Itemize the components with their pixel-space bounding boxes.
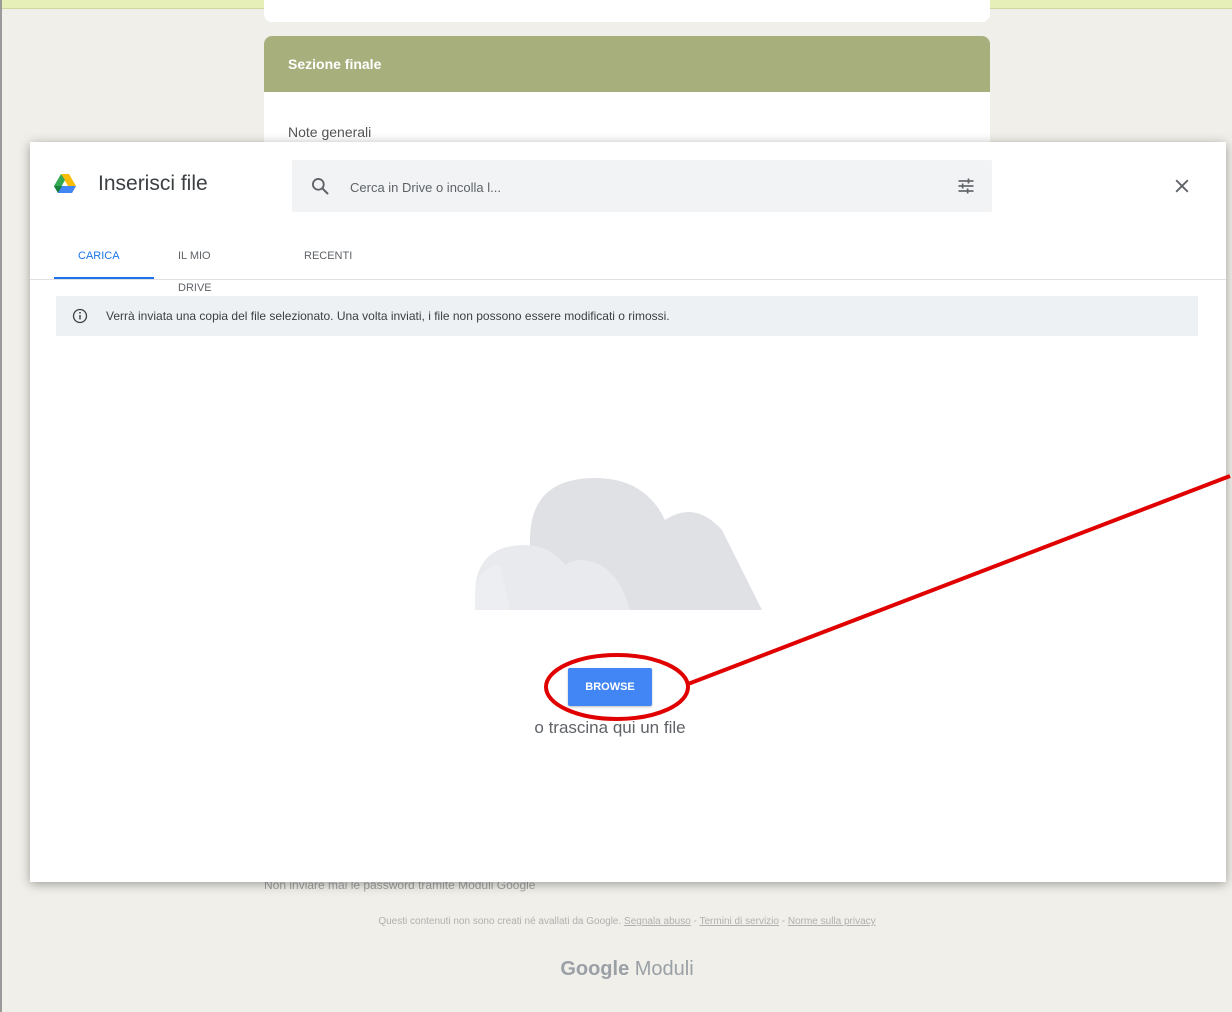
tab-upload[interactable]: CARICA (78, 240, 120, 280)
dialog-title: Inserisci file (98, 172, 208, 195)
drop-hint: o trascina qui un file (534, 718, 686, 737)
disclaimer-text: Questi contenuti non sono creati né aval… (378, 916, 622, 927)
info-icon (72, 308, 88, 324)
upload-cloud-icon (475, 478, 762, 610)
search-icon[interactable] (310, 176, 330, 196)
previous-form-card (264, 0, 990, 22)
google-forms-logo: Google Moduli (264, 958, 990, 981)
drive-search-bar (292, 160, 992, 212)
insert-file-dialog: Inserisci file CARICA IL MIO DRIVE RECEN… (30, 142, 1226, 882)
section-title: Sezione finale (264, 36, 990, 92)
report-abuse-link[interactable]: Segnala abuso (624, 916, 691, 927)
info-banner: Verrà inviata una copia del file selezio… (56, 296, 1198, 336)
google-drive-icon (54, 174, 76, 193)
info-message: Verrà inviata una copia del file selezio… (106, 309, 670, 323)
tab-my-drive[interactable]: IL MIO DRIVE (178, 240, 212, 294)
search-input[interactable] (348, 172, 912, 202)
tab-divider (30, 279, 1226, 280)
field-label: Note generali (288, 124, 372, 140)
search-options-icon[interactable] (956, 176, 976, 196)
terms-link[interactable]: Termini di servizio (700, 916, 779, 927)
close-icon[interactable] (1172, 176, 1192, 196)
privacy-link[interactable]: Norme sulla privacy (788, 916, 876, 927)
browse-button[interactable]: BROWSE (568, 668, 652, 706)
brand-google: Google (560, 958, 630, 980)
brand-product: Moduli (634, 958, 694, 980)
footer-disclaimer: Questi contenuti non sono creati né aval… (378, 916, 876, 927)
tab-recent[interactable]: RECENTI (304, 240, 352, 280)
